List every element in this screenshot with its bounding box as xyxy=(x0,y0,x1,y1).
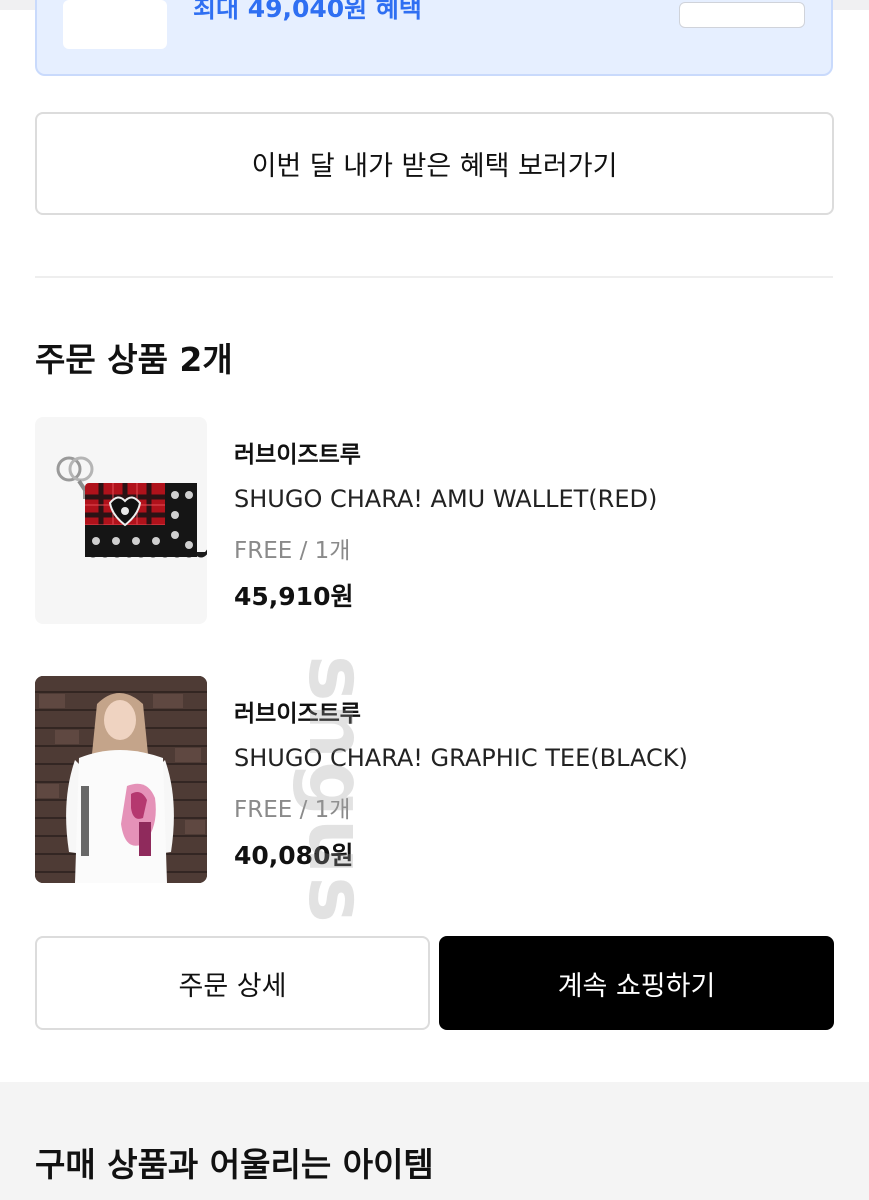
product-name[interactable]: SHUGO CHARA! AMU WALLET(RED) xyxy=(234,485,657,513)
recommendation-title: 구매 상품과 어울리는 아이템 xyxy=(35,1145,434,1184)
banner-benefit-text: 최대 49,040원 혜택 xyxy=(193,0,422,23)
product-price: 45,910원 xyxy=(234,582,354,611)
banner-thumbnail xyxy=(63,0,167,49)
recommendation-section: 구매 상품과 어울리는 아이템 xyxy=(0,1082,869,1200)
section-divider xyxy=(35,276,833,278)
product-brand: 러브이즈트루 xyxy=(234,442,361,468)
product-option: FREE / 1개 xyxy=(234,797,351,823)
wallet-product-image[interactable] xyxy=(35,417,207,624)
view-benefits-button[interactable]: 이번 달 내가 받은 혜택 보러가기 xyxy=(35,112,834,215)
tee-product-image[interactable] xyxy=(35,676,207,883)
order-detail-button[interactable]: 주문 상세 xyxy=(35,936,430,1030)
benefit-banner[interactable]: 최대 49,040원 혜택 xyxy=(35,0,833,76)
product-price: 40,080원 xyxy=(234,841,354,870)
order-items-title: 주문 상품 2개 xyxy=(35,340,233,379)
continue-shopping-button[interactable]: 계속 쇼핑하기 xyxy=(439,936,834,1030)
product-option: FREE / 1개 xyxy=(234,538,351,564)
product-brand: 러브이즈트루 xyxy=(234,701,361,727)
product-name[interactable]: SHUGO CHARA! GRAPHIC TEE(BLACK) xyxy=(234,744,688,772)
banner-action-button[interactable] xyxy=(679,2,805,28)
